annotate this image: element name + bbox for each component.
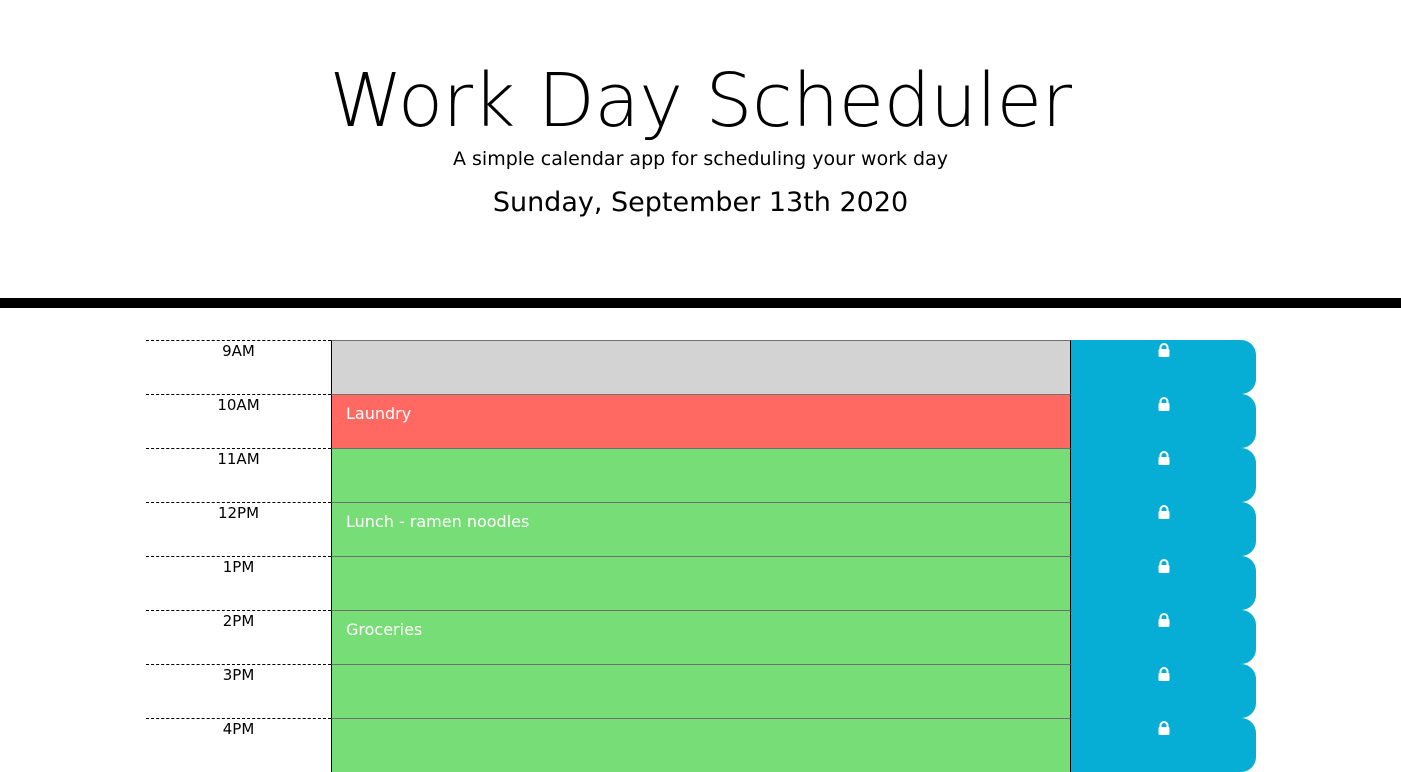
lock-icon (1158, 505, 1170, 519)
hour-label: 9AM (146, 340, 331, 394)
event-textarea[interactable] (331, 718, 1071, 772)
event-textarea[interactable] (331, 664, 1071, 718)
hour-label: 4PM (146, 718, 331, 772)
event-textarea[interactable] (331, 448, 1071, 502)
time-block: 9AM (146, 340, 1256, 394)
time-block: 4PM (146, 718, 1256, 772)
header: Work Day Scheduler A simple calendar app… (0, 0, 1401, 298)
lock-icon (1158, 343, 1170, 357)
save-button[interactable] (1071, 718, 1256, 772)
save-button[interactable] (1071, 502, 1256, 556)
hour-label: 1PM (146, 556, 331, 610)
save-button[interactable] (1071, 610, 1256, 664)
save-button[interactable] (1071, 340, 1256, 394)
lock-icon (1158, 559, 1170, 573)
time-block: 3PM (146, 664, 1256, 718)
page-title: Work Day Scheduler (329, 58, 1072, 144)
hour-label: 11AM (146, 448, 331, 502)
save-button[interactable] (1071, 556, 1256, 610)
lock-icon (1158, 721, 1170, 735)
event-textarea[interactable]: Groceries (331, 610, 1071, 664)
time-block: 11AM (146, 448, 1256, 502)
page-subtitle: A simple calendar app for scheduling you… (452, 148, 949, 170)
save-button[interactable] (1071, 664, 1256, 718)
time-block: 12PM Lunch - ramen noodles (146, 502, 1256, 556)
lock-icon (1158, 613, 1170, 627)
schedule: 9AM 10AM Laundry 11AM 12PM Lunch - ramen… (146, 340, 1256, 772)
header-divider (0, 298, 1401, 308)
current-day: Sunday, September 13th 2020 (492, 187, 909, 218)
save-button[interactable] (1071, 394, 1256, 448)
hour-label: 12PM (146, 502, 331, 556)
lock-icon (1158, 397, 1170, 411)
event-textarea[interactable] (331, 340, 1071, 394)
event-textarea[interactable] (331, 556, 1071, 610)
event-textarea[interactable]: Lunch - ramen noodles (331, 502, 1071, 556)
time-block: 1PM (146, 556, 1256, 610)
hour-label: 3PM (146, 664, 331, 718)
event-textarea[interactable]: Laundry (331, 394, 1071, 448)
hour-label: 2PM (146, 610, 331, 664)
save-button[interactable] (1071, 448, 1256, 502)
hour-label: 10AM (146, 394, 331, 448)
time-block: 10AM Laundry (146, 394, 1256, 448)
time-block: 2PM Groceries (146, 610, 1256, 664)
lock-icon (1158, 451, 1170, 465)
lock-icon (1158, 667, 1170, 681)
